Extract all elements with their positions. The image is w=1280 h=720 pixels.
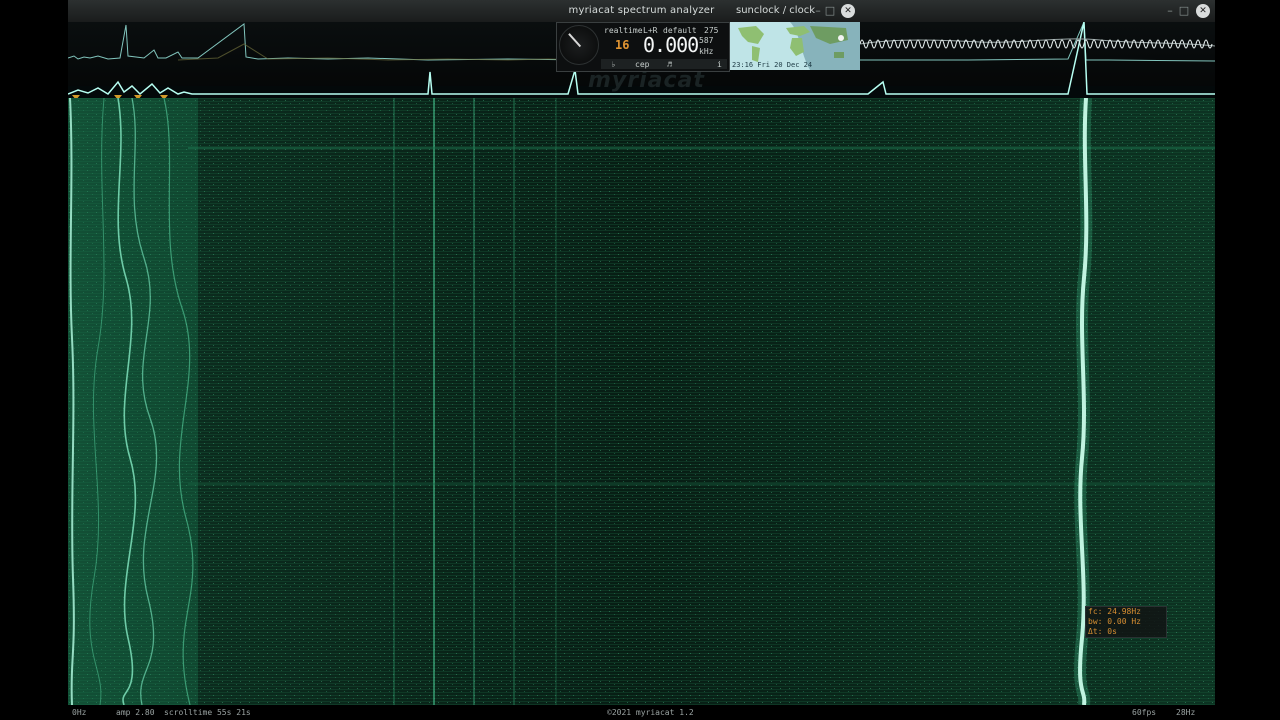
waterfall-image [68,98,1215,705]
orange-value: 16 [615,38,630,52]
gauge-dial[interactable] [559,25,599,65]
tuner-widget[interactable]: realtime L+R default 275 16 0.000 587 kH… [556,22,730,72]
cep-button[interactable]: cep [635,60,649,69]
status-scrolltime[interactable]: scrolltime 55s 21s [164,708,251,717]
sunclock-widget[interactable]: sunclock / clock – □ ✕ 23:16 Fri 20 Dec … [730,0,860,70]
unit-label: kHz [699,47,714,56]
readout-fc: fc: 24.98Hz [1088,607,1141,616]
window-title: myriacat spectrum analyzer [568,5,715,16]
status-bar: 0Hz amp 2.80 scrolltime 55s 21s ©2021 my… [68,705,1215,720]
maximize-icon[interactable]: □ [1176,3,1192,19]
spectrum-analyzer-window: myriacat spectrum analyzer – □ ✕ myriaca… [68,0,1215,720]
sunclock-title: sunclock / clock [736,5,815,16]
sunclock-titlebar[interactable]: sunclock / clock – □ ✕ [730,0,860,22]
cursor-readout: fc: 24.98Hz bw: 0.00 Hz Δt: 0s [1085,606,1167,638]
frequency-display: 0.000 [643,33,699,57]
status-left-freq: 0Hz [72,708,87,717]
widget-button-bar: ♭ cep ♬ i [601,59,727,69]
close-icon[interactable]: ✕ [1196,4,1210,18]
gauge-needle [568,33,582,48]
status-copyright: ©2021 myriacat 1.2 [607,708,694,717]
mode-label[interactable]: realtime [604,26,643,35]
window-titlebar[interactable]: myriacat spectrum analyzer – □ ✕ [68,0,1215,23]
status-amp[interactable]: amp 2.80 [116,708,155,717]
level-label: 275 [704,26,719,35]
status-right-freq: 28Hz [1176,708,1196,717]
flat-button[interactable]: ♭ [611,60,616,69]
note-button[interactable]: ♬ [667,60,672,69]
readout-dt: Δt: 0s [1088,627,1117,636]
world-map: 23:16 Fri 20 Dec 24 [730,22,860,70]
sub-value: 587 [699,36,714,45]
close-icon[interactable]: ✕ [841,4,855,18]
info-icon[interactable]: i [717,60,722,69]
readout-bw: bw: 0.00 Hz [1088,617,1141,626]
maximize-icon[interactable]: □ [822,3,838,19]
waterfall-spectrogram[interactable] [68,98,1215,705]
clock-time: 23:16 Fri 20 Dec 24 [732,61,813,69]
waveform-view [859,22,1215,67]
waveform-trace [859,38,1215,49]
status-fps: 60fps [1132,708,1157,717]
